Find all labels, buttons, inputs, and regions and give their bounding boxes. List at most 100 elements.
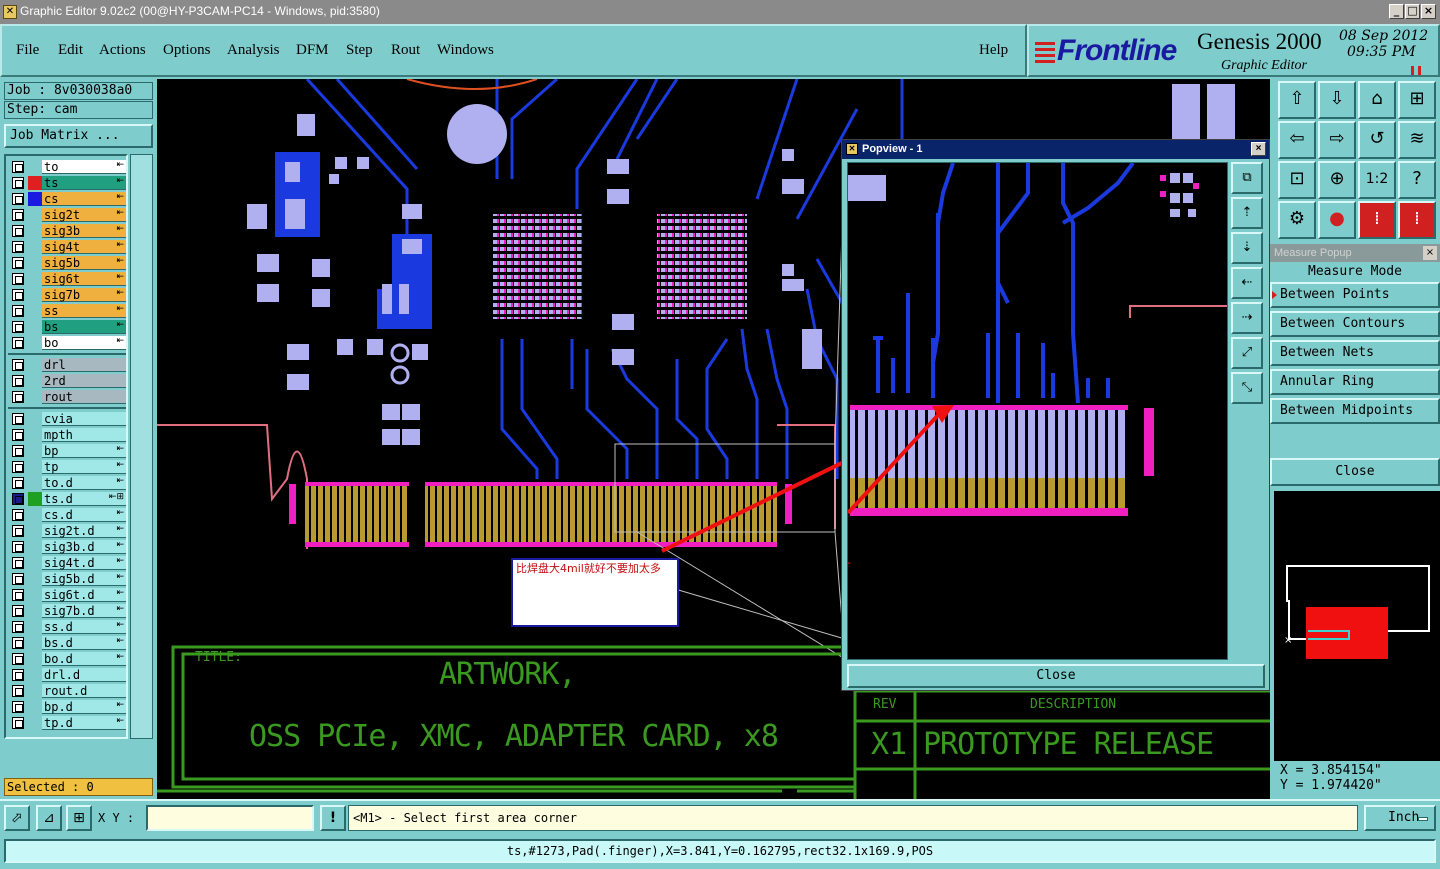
layer-color-swatch[interactable] <box>28 524 42 538</box>
measure-angle-icon[interactable]: ⊿ <box>36 805 62 831</box>
unit-selector[interactable]: Inch <box>1364 805 1436 831</box>
layer-name[interactable]: sig7b.d <box>42 604 126 618</box>
layer-row-rout-d[interactable]: rout.d <box>8 684 126 698</box>
layer-color-swatch[interactable] <box>28 192 42 206</box>
layer-checkbox[interactable] <box>12 337 24 349</box>
layer-row-to[interactable]: to ⇤ <box>8 160 126 174</box>
layer-row-bp-d[interactable]: bp.d ⇤ <box>8 700 126 714</box>
menu-windows[interactable]: Windows <box>437 42 494 59</box>
layer-row-ts[interactable]: ts ⇤ <box>8 176 126 190</box>
layer-name[interactable]: to <box>42 160 126 174</box>
popview-zoom-out-icon[interactable]: ⤢ <box>1231 337 1263 369</box>
layer-row-sig3b[interactable]: sig3b ⇤ <box>8 224 126 238</box>
layer-color-swatch[interactable] <box>28 556 42 570</box>
zoom-fit-icon[interactable]: ⊡ <box>1278 161 1316 199</box>
layer-checkbox[interactable] <box>12 525 24 537</box>
layer-checkbox[interactable] <box>12 257 24 269</box>
layer-row-sig4t-d[interactable]: sig4t.d ⇤ <box>8 556 126 570</box>
layer-color-swatch[interactable] <box>28 508 42 522</box>
layer-row-drl-d[interactable]: drl.d <box>8 668 126 682</box>
layer-checkbox[interactable] <box>12 225 24 237</box>
layer-checkbox[interactable] <box>12 541 24 553</box>
window-view-icon[interactable]: ⊞ <box>1398 81 1436 119</box>
menu-rout[interactable]: Rout <box>391 42 420 59</box>
layer-checkbox[interactable] <box>12 193 24 205</box>
layer-row-ss[interactable]: ss ⇤ <box>8 304 126 318</box>
layer-name[interactable]: sig2t <box>42 208 126 222</box>
layer-name[interactable]: tp.d <box>42 716 126 730</box>
layer-checkbox[interactable] <box>12 477 24 489</box>
layer-row-sig2t[interactable]: sig2t ⇤ <box>8 208 126 222</box>
layer-color-swatch[interactable] <box>28 272 42 286</box>
measure-annular-ring[interactable]: Annular Ring <box>1270 369 1440 395</box>
layer-name[interactable]: mpth <box>42 428 126 442</box>
popview-pan-left-icon[interactable]: ⇠ <box>1231 267 1263 299</box>
layer-checkbox[interactable] <box>12 391 24 403</box>
pause-icon[interactable] <box>1411 66 1421 75</box>
popview-pan-down-icon[interactable]: ⇣ <box>1231 232 1263 264</box>
layer-color-swatch[interactable] <box>28 652 42 666</box>
xy-input[interactable] <box>146 805 314 831</box>
layer-name[interactable]: 2rd <box>42 374 126 388</box>
layer-name[interactable]: sig6t <box>42 272 126 286</box>
layer-checkbox[interactable] <box>12 241 24 253</box>
menu-step[interactable]: Step <box>346 42 373 59</box>
redraw-icon[interactable]: ≋ <box>1398 121 1436 159</box>
layer-color-swatch[interactable] <box>28 304 42 318</box>
layer-checkbox[interactable] <box>12 461 24 473</box>
layer-row-bo[interactable]: bo ⇤ <box>8 336 126 350</box>
layer-color-swatch[interactable] <box>28 716 42 730</box>
measure-between-midpoints[interactable]: Between Midpoints <box>1270 398 1440 424</box>
measure-between-points[interactable]: Between Points <box>1270 282 1440 308</box>
layer-checkbox[interactable] <box>12 669 24 681</box>
layer-checkbox[interactable] <box>12 653 24 665</box>
layer-name[interactable]: cs.d <box>42 508 126 522</box>
layer-color-swatch[interactable] <box>28 460 42 474</box>
popview-canvas[interactable] <box>847 162 1228 660</box>
layer-name[interactable]: sig4t.d <box>42 556 126 570</box>
annotation-note[interactable]: 比焊盘大4mil就好不要加太多 <box>511 558 679 627</box>
layer-checkbox[interactable] <box>12 621 24 633</box>
layer-checkbox[interactable] <box>12 273 24 285</box>
layer-name[interactable]: sig5b.d <box>42 572 126 586</box>
layer-checkbox[interactable] <box>12 509 24 521</box>
layer-checkbox[interactable] <box>12 429 24 441</box>
layer-name[interactable]: rout <box>42 390 126 404</box>
layer-row-ts-d[interactable]: ts.d ⇤⊞ <box>8 492 126 506</box>
layer-checkbox[interactable] <box>12 701 24 713</box>
layer-row-to-d[interactable]: to.d ⇤ <box>8 476 126 490</box>
layer-color-swatch[interactable] <box>28 390 42 404</box>
pan-right-icon[interactable]: ⇨ <box>1318 121 1356 159</box>
layer-color-swatch[interactable] <box>28 668 42 682</box>
layer-checkbox[interactable] <box>12 717 24 729</box>
layer-name[interactable]: bo <box>42 336 126 350</box>
layer-name[interactable]: tp <box>42 460 126 474</box>
layer-checkbox[interactable] <box>12 359 24 371</box>
layer-color-swatch[interactable] <box>28 240 42 254</box>
layer-color-swatch[interactable] <box>28 374 42 388</box>
layer-checkbox[interactable] <box>12 557 24 569</box>
layer-color-swatch[interactable] <box>28 176 42 190</box>
layer-color-swatch[interactable] <box>28 492 42 506</box>
layer-checkbox[interactable] <box>12 413 24 425</box>
maximize-button[interactable]: □ <box>1405 4 1420 19</box>
measure-between-contours[interactable]: Between Contours <box>1270 311 1440 337</box>
job-matrix-button[interactable]: Job Matrix ... <box>4 124 153 148</box>
layer-checkbox[interactable] <box>12 573 24 585</box>
close-window-button[interactable]: × <box>1421 4 1436 19</box>
layer-row-bs-d[interactable]: bs.d ⇤ <box>8 636 126 650</box>
layer-row-sig5b[interactable]: sig5b ⇤ <box>8 256 126 270</box>
layer-row-sig2t-d[interactable]: sig2t.d ⇤ <box>8 524 126 538</box>
layer-row-mpth[interactable]: mpth <box>8 428 126 442</box>
snap-icon[interactable]: ⚙ <box>1278 201 1316 239</box>
minimize-button[interactable]: _ <box>1389 4 1404 19</box>
pan-left-icon[interactable]: ⇦ <box>1278 121 1316 159</box>
layer-row-bo-d[interactable]: bo.d ⇤ <box>8 652 126 666</box>
layer-row-rout[interactable]: rout <box>8 390 126 404</box>
layer-name[interactable]: ss.d <box>42 620 126 634</box>
layer-row-sig3b-d[interactable]: sig3b.d ⇤ <box>8 540 126 554</box>
layer-row-sig7b[interactable]: sig7b ⇤ <box>8 288 126 302</box>
layer-name[interactable]: bp <box>42 444 126 458</box>
layer-name[interactable]: bp.d <box>42 700 126 714</box>
measure-close-button[interactable]: Close <box>1270 458 1440 486</box>
